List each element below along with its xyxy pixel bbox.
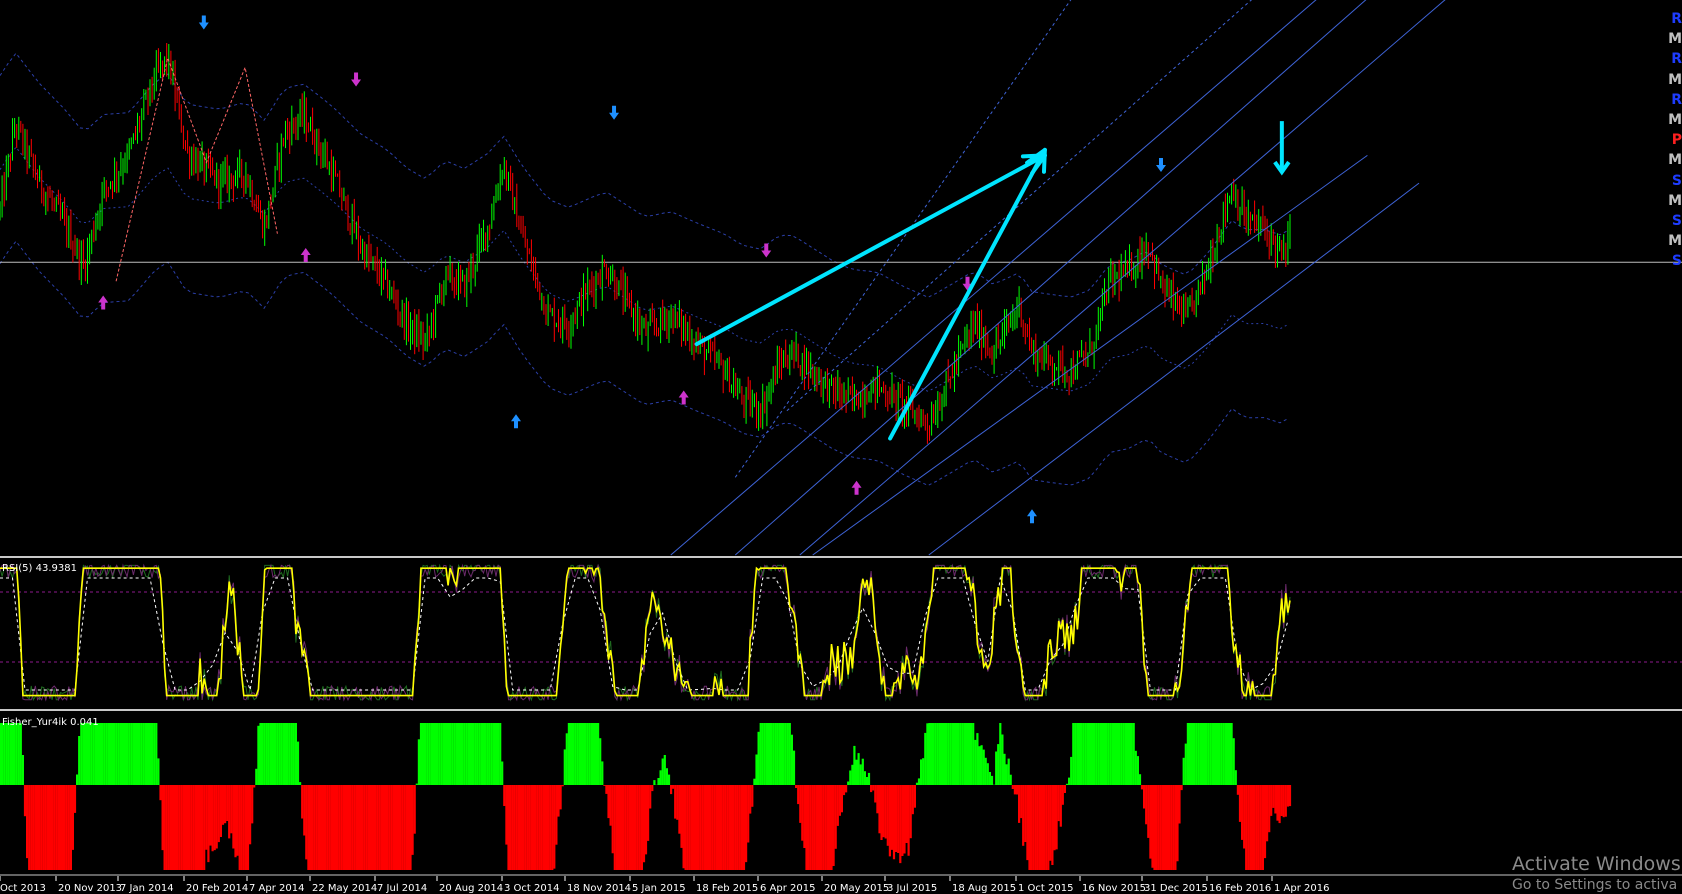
fractal-up-arrow-icon bbox=[1027, 509, 1037, 524]
side-panel-letter: R bbox=[1671, 11, 1682, 27]
fractal-up-arrow-icon bbox=[851, 480, 862, 495]
watermark-title: Activate Windows bbox=[1512, 853, 1681, 875]
time-axis: Oct 2013 20 Nov 20137 Jan 2014 20 Feb 2014… bbox=[0, 876, 1329, 894]
axis-tick-label: 7 Apr 2014 bbox=[249, 883, 304, 894]
fractal-down-arrow-icon bbox=[351, 72, 362, 87]
activation-watermark: Activate Windows Go to Settings to activ… bbox=[1512, 852, 1682, 894]
axis-tick-label: 7 Jan 2014 bbox=[120, 883, 174, 894]
envelope-middle-line bbox=[0, 146, 1289, 392]
axis-tick-label: 18 Aug 2015 bbox=[952, 883, 1016, 894]
axis-tick-label: 1 Oct 2015 bbox=[1018, 883, 1073, 894]
axis-tick-label: 16 Nov 2015 bbox=[1082, 883, 1146, 894]
fractal-up-arrow-icon bbox=[678, 390, 689, 405]
axis-tick-label: 1 Apr 2016 bbox=[1274, 883, 1329, 894]
envelope-upper-band bbox=[0, 52, 1289, 298]
chart-canvas[interactable]: Oct 2013 20 Nov 20137 Jan 2014 20 Feb 2014… bbox=[0, 0, 1682, 894]
channel-line bbox=[734, 0, 1367, 556]
fractal-down-arrow-icon bbox=[761, 243, 772, 258]
watermark-subtitle: Go to Settings to activa bbox=[1512, 877, 1678, 893]
fractal-down-arrow-icon bbox=[198, 15, 209, 30]
side-panel-letter: M bbox=[1668, 233, 1682, 250]
fisher-indicator-label: Fisher_Yur4ik 0.041 bbox=[2, 717, 99, 728]
axis-tick-label: 16 Feb 2016 bbox=[1209, 883, 1271, 894]
axis-tick-label: 20 May 2015 bbox=[824, 883, 889, 894]
axis-tick-label: 18 Nov 2014 bbox=[567, 883, 631, 894]
fractal-down-arrow-icon bbox=[1156, 158, 1166, 172]
axis-tick-label: 7 Jul 2014 bbox=[377, 883, 427, 894]
chart-area[interactable]: Oct 2013 20 Nov 2013 7 Jan 2014 20 Feb 2014… bbox=[0, 0, 1682, 894]
price-pane bbox=[0, 0, 1682, 876]
rsi-moving-average bbox=[0, 576, 1289, 691]
axis-tick-label: 3 Jul 2015 bbox=[887, 883, 937, 894]
axis-tick-label: 6 Apr 2015 bbox=[760, 883, 815, 894]
side-panel-letter: M bbox=[1668, 71, 1682, 88]
side-panel-letter: S bbox=[1671, 253, 1682, 270]
channel-line bbox=[786, 0, 1253, 412]
side-panel-letter: M bbox=[1668, 31, 1682, 48]
axis-tick-label: 18 Feb 2015 bbox=[696, 883, 758, 894]
axis-tick-label: 20 Feb 2014 bbox=[186, 883, 248, 894]
fractal-up-arrow-icon bbox=[300, 248, 311, 262]
fisher-pane bbox=[0, 723, 1292, 870]
envelope-lower-band bbox=[0, 240, 1289, 486]
channel-line bbox=[812, 154, 1368, 556]
axis-tick-label: 20 Nov 2013 bbox=[58, 883, 122, 894]
channel-line bbox=[928, 182, 1420, 556]
rsi-pane bbox=[0, 563, 1682, 702]
channel-line bbox=[799, 0, 1446, 556]
fractal-up-arrow-icon bbox=[98, 295, 109, 310]
side-panel-letter: R bbox=[1671, 51, 1682, 68]
fractal-down-arrow-icon bbox=[609, 105, 620, 120]
side-panel-letter: S bbox=[1671, 213, 1682, 229]
axis-tick-label: 5 Jan 2015 bbox=[632, 883, 686, 894]
side-panel-letter: R bbox=[1671, 91, 1682, 108]
axis-tick-label: 31 Dec 2015 bbox=[1144, 883, 1208, 894]
channel-line bbox=[670, 0, 1317, 556]
axis-tick-label: 22 May 2014 bbox=[312, 883, 377, 894]
zigzag-line bbox=[115, 56, 278, 282]
side-panel-letter: M bbox=[1668, 192, 1682, 209]
fractal-up-arrow-icon bbox=[511, 414, 521, 429]
rsi-line bbox=[0, 566, 1291, 697]
axis-tick-label: 20 Aug 2014 bbox=[439, 883, 503, 894]
side-panel-letter: P bbox=[1671, 132, 1682, 149]
side-panel-letter: M bbox=[1668, 112, 1682, 128]
axis-tick-label: 3 Oct 2014 bbox=[504, 883, 559, 894]
rsi-indicator-label: RSI(5) 43.9381 bbox=[2, 563, 77, 574]
axis-tick-label: Oct 2013 bbox=[0, 883, 46, 894]
channel-line bbox=[734, 0, 1072, 478]
trend-arrow-line bbox=[888, 147, 1047, 441]
side-panel-letter: M bbox=[1668, 152, 1682, 169]
side-panel-letter: S bbox=[1671, 172, 1682, 189]
